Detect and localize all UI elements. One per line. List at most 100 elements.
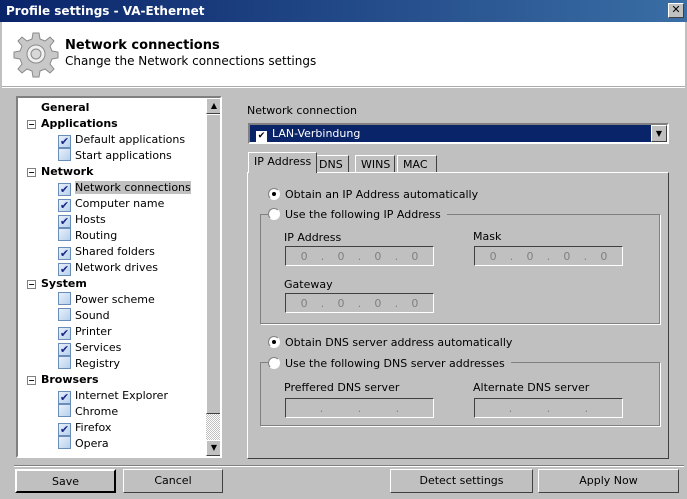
scroll-up-button[interactable]: ▲ bbox=[206, 98, 220, 114]
tree-item-label: Start applications bbox=[75, 149, 172, 162]
tree-category-system[interactable]: − System bbox=[27, 276, 87, 292]
tree-item[interactable]: Sound bbox=[58, 308, 110, 324]
gateway-field[interactable]: 0.0.0.0 bbox=[285, 293, 434, 313]
tree-item[interactable]: Power scheme bbox=[58, 292, 155, 308]
dns-auto-radio[interactable] bbox=[268, 336, 280, 348]
tree-category-label: General bbox=[41, 101, 90, 114]
checkbox[interactable]: ✔ bbox=[58, 183, 71, 196]
preferred-dns-label: Preffered DNS server bbox=[284, 381, 400, 394]
tree-category-label: Browsers bbox=[41, 373, 99, 386]
scroll-down-button[interactable]: ▼ bbox=[206, 440, 220, 456]
preferred-dns-field[interactable]: ... bbox=[285, 398, 434, 418]
checkbox[interactable] bbox=[58, 228, 71, 241]
ip-address-label: IP Address bbox=[284, 231, 342, 244]
tree-item[interactable]: ✔ Network drives bbox=[58, 260, 158, 276]
checkbox[interactable] bbox=[58, 148, 71, 161]
tree-item[interactable]: ✔ Default applications bbox=[58, 132, 185, 148]
ip-auto-label: Obtain an IP Address automatically bbox=[285, 188, 479, 201]
tree-item[interactable]: ✔ Services bbox=[58, 340, 121, 356]
tree-item[interactable]: ✔ Internet Explorer bbox=[58, 388, 168, 404]
tree-item-label: Power scheme bbox=[75, 293, 155, 306]
close-button[interactable]: ✕ bbox=[668, 3, 684, 18]
checkbox[interactable] bbox=[58, 356, 71, 369]
tree-item[interactable]: ✔ Hosts bbox=[58, 212, 106, 228]
checkbox[interactable]: ✔ bbox=[58, 423, 71, 436]
alternate-dns-label: Alternate DNS server bbox=[473, 381, 590, 394]
tree-item-label: Network drives bbox=[75, 261, 158, 274]
collapse-icon[interactable]: − bbox=[27, 120, 36, 129]
tree-item[interactable]: ✔ Network connections bbox=[58, 180, 191, 196]
tree-item[interactable]: Start applications bbox=[58, 148, 172, 164]
tab-ip-address[interactable]: IP Address bbox=[248, 152, 318, 173]
ip-auto-option[interactable]: Obtain an IP Address automatically bbox=[268, 188, 479, 201]
collapse-icon[interactable]: − bbox=[27, 376, 36, 385]
tree-category-browsers[interactable]: − Browsers bbox=[27, 372, 99, 388]
ip-manual-option[interactable]: Use the following IP Address bbox=[268, 208, 447, 221]
tree-item-label: Hosts bbox=[75, 213, 106, 226]
apply-now-button[interactable]: Apply Now bbox=[538, 469, 679, 493]
tree-item-label: Computer name bbox=[75, 197, 165, 210]
mask-field[interactable]: 0.0.0.0 bbox=[474, 246, 623, 266]
checkbox[interactable] bbox=[58, 308, 71, 321]
tree-item[interactable]: ✔ Computer name bbox=[58, 196, 164, 212]
tree-category-applications[interactable]: − Applications bbox=[27, 116, 118, 132]
tree-category-network[interactable]: − Network bbox=[27, 164, 94, 180]
ip-auto-radio[interactable] bbox=[268, 188, 280, 200]
settings-tree[interactable]: General − Applications ✔ Default application… bbox=[16, 96, 222, 458]
tree-category-label: Network bbox=[41, 165, 94, 178]
tree-category-general[interactable]: General bbox=[41, 100, 89, 116]
dns-manual-option[interactable]: Use the following DNS server addresses bbox=[268, 357, 511, 370]
dns-auto-label: Obtain DNS server address automatically bbox=[285, 336, 513, 349]
checkbox[interactable] bbox=[58, 292, 71, 305]
checkbox[interactable]: ✔ bbox=[58, 135, 71, 148]
divider bbox=[14, 465, 684, 467]
network-connection-value: LAN-Verbindung bbox=[272, 127, 361, 140]
detect-settings-button[interactable]: Detect settings bbox=[390, 469, 533, 493]
tree-item[interactable]: Registry bbox=[58, 356, 120, 372]
scroll-thumb[interactable] bbox=[206, 114, 220, 414]
tree-item-label: Default applications bbox=[75, 133, 186, 146]
checkbox[interactable]: ✔ bbox=[58, 247, 71, 260]
alternate-dns-field[interactable]: ... bbox=[474, 398, 623, 418]
ip-address-field[interactable]: 0.0.0.0 bbox=[285, 246, 434, 266]
tree-item[interactable]: ✔ Firefox bbox=[58, 420, 111, 436]
dns-auto-option[interactable]: Obtain DNS server address automatically bbox=[268, 336, 513, 349]
tree-item-label: Network connections bbox=[75, 181, 191, 194]
tree-scrollbar[interactable]: ▲ ▼ bbox=[206, 98, 220, 456]
tree-item-label: Firefox bbox=[75, 421, 112, 434]
gateway-label: Gateway bbox=[284, 278, 333, 291]
title-bar: Profile settings - VA-Ethernet bbox=[0, 0, 687, 22]
tab-wins[interactable]: WINS bbox=[355, 155, 395, 173]
checkbox[interactable]: ✔ bbox=[58, 327, 71, 340]
collapse-icon[interactable]: − bbox=[27, 168, 36, 177]
tree-item[interactable]: Chrome bbox=[58, 404, 118, 420]
tree-item[interactable]: Routing bbox=[58, 228, 117, 244]
checkbox[interactable]: ✔ bbox=[58, 391, 71, 404]
checkbox[interactable]: ✔ bbox=[58, 343, 71, 356]
tree-item-label: Opera bbox=[75, 437, 109, 450]
chevron-down-icon[interactable]: ▼ bbox=[651, 125, 667, 142]
cancel-button[interactable]: Cancel bbox=[123, 469, 223, 493]
checkbox[interactable] bbox=[58, 404, 71, 417]
network-connection-select[interactable]: ✔ LAN-Verbindung ▼ bbox=[248, 123, 669, 144]
tree-item-label: Services bbox=[75, 341, 122, 354]
tree-item[interactable]: ✔ Printer bbox=[58, 324, 112, 340]
tree-item-label: Shared folders bbox=[75, 245, 155, 258]
dns-manual-radio[interactable] bbox=[268, 357, 280, 369]
tree-item-label: Chrome bbox=[75, 405, 119, 418]
checkbox[interactable] bbox=[58, 436, 71, 449]
tree-item[interactable]: ✔ Shared folders bbox=[58, 244, 155, 260]
scroll-track[interactable] bbox=[206, 414, 220, 440]
tab-mac[interactable]: MAC bbox=[397, 155, 437, 173]
tree-item-label: Internet Explorer bbox=[75, 389, 168, 402]
tree-item-label: Sound bbox=[75, 309, 110, 322]
checkbox[interactable]: ✔ bbox=[58, 215, 71, 228]
gear-icon bbox=[13, 32, 59, 78]
collapse-icon[interactable]: − bbox=[27, 280, 36, 289]
checkbox[interactable]: ✔ bbox=[58, 263, 71, 276]
checkbox[interactable]: ✔ bbox=[58, 199, 71, 212]
tree-item[interactable]: Opera bbox=[58, 436, 109, 452]
tab-dns[interactable]: DNS bbox=[313, 155, 349, 173]
save-button[interactable]: Save bbox=[15, 469, 116, 493]
ip-manual-radio[interactable] bbox=[268, 208, 280, 220]
